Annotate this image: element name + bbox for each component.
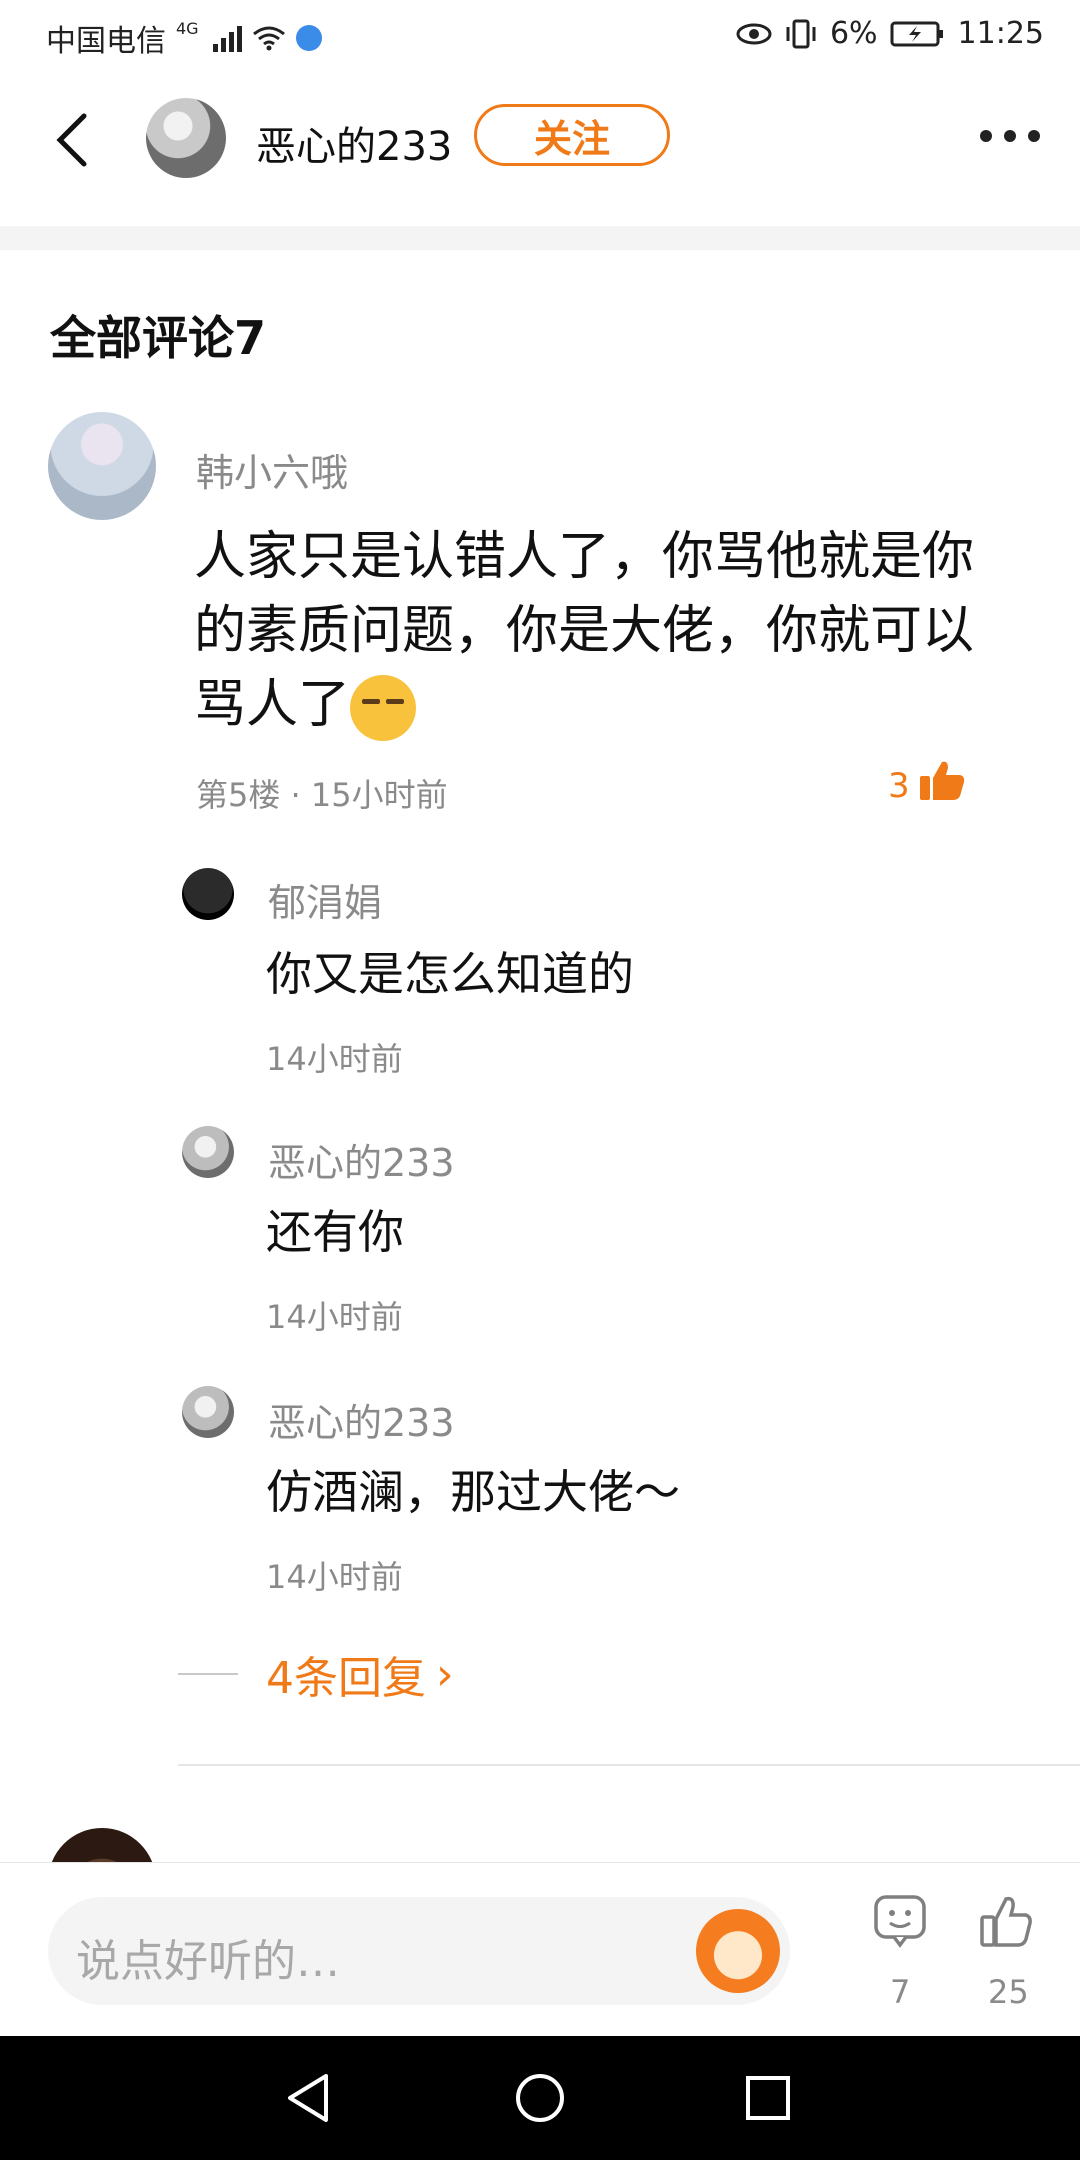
more-replies-link[interactable]: 4条回复 › [178,1642,454,1706]
reply-text[interactable]: 你又是怎么知道的 [266,938,634,1004]
reply-avatar[interactable] [182,1386,234,1438]
comment-avatar[interactable] [48,412,156,520]
clock: 11:25 [957,16,1044,51]
comment-body: 人家只是认错人了，你骂他就是你的素质问题，你是大佬，你就可以骂人了 [194,527,975,735]
comment-meta: 第5楼 · 15小时前 [196,776,448,814]
avatar[interactable] [146,98,226,178]
nav-recents-icon[interactable] [744,2074,792,2122]
follow-button[interactable]: 关注 [474,104,670,166]
battery-charging-icon [890,21,943,46]
comment-bubble-icon[interactable] [872,1893,928,1949]
comment-text[interactable]: 人家只是认错人了，你骂他就是你的素质问题，你是大佬，你就可以骂人了 [194,520,974,742]
chevron-left-icon[interactable] [52,112,92,168]
thumbs-up-icon[interactable] [918,758,966,802]
reply-time: 14小时前 [266,1298,403,1336]
like-count: 25 [988,1973,1029,2011]
more-horizontal-icon[interactable] [980,130,1040,142]
comment-input-bar: 说点好听的… 7 25 [0,1862,1080,2037]
carrier-label: 中国电信 [46,24,166,59]
wifi-icon [252,26,285,51]
signal-icon [212,24,242,52]
network-label: 4G [176,18,199,38]
reply-author[interactable]: 郁涓娟 [268,872,382,927]
nav-home-icon[interactable] [514,2072,566,2124]
reply-text[interactable]: 仿酒澜，那过大佬～ [266,1456,680,1522]
nav-back-icon[interactable] [282,2072,334,2124]
header-bar: 恶心的233 关注 [0,84,1080,194]
thumbs-up-icon[interactable] [978,1893,1034,1949]
comment-input[interactable]: 说点好听的… [48,1897,790,2005]
reply-author[interactable]: 恶心的233 [268,1132,455,1187]
more-replies-line [178,1673,238,1675]
battery-percent: 6% [829,16,878,51]
unamused-face-icon [350,675,417,741]
chevron-right-icon: › [436,1648,454,1700]
comment-count: 7 [890,1973,911,2011]
eye-icon [736,23,772,44]
comments-title: 全部评论7 [50,311,267,365]
more-replies-label: 4条回复 [266,1653,426,1704]
reply-time: 14小时前 [266,1040,403,1078]
reply-author[interactable]: 恶心的233 [268,1392,455,1447]
reply-avatar[interactable] [182,868,234,920]
status-bar: 中国电信 4G 6% 11:25 [0,0,1080,72]
sticker-icon[interactable] [696,1909,780,1993]
comment-input-placeholder: 说点好听的… [76,1936,340,1987]
reply-text[interactable]: 还有你 [266,1196,404,1262]
comment-separator [178,1764,1080,1766]
reply-avatar[interactable] [182,1126,234,1178]
comment-author[interactable]: 韩小六哦 [196,442,348,497]
vibrate-icon [786,19,816,48]
username-label[interactable]: 恶心的233 [256,114,452,172]
app-notification-icon [295,25,322,51]
section-divider [0,226,1080,250]
system-nav-bar [0,2036,1080,2160]
comment-like-count: 3 [888,766,910,806]
reply-time: 14小时前 [266,1558,403,1596]
